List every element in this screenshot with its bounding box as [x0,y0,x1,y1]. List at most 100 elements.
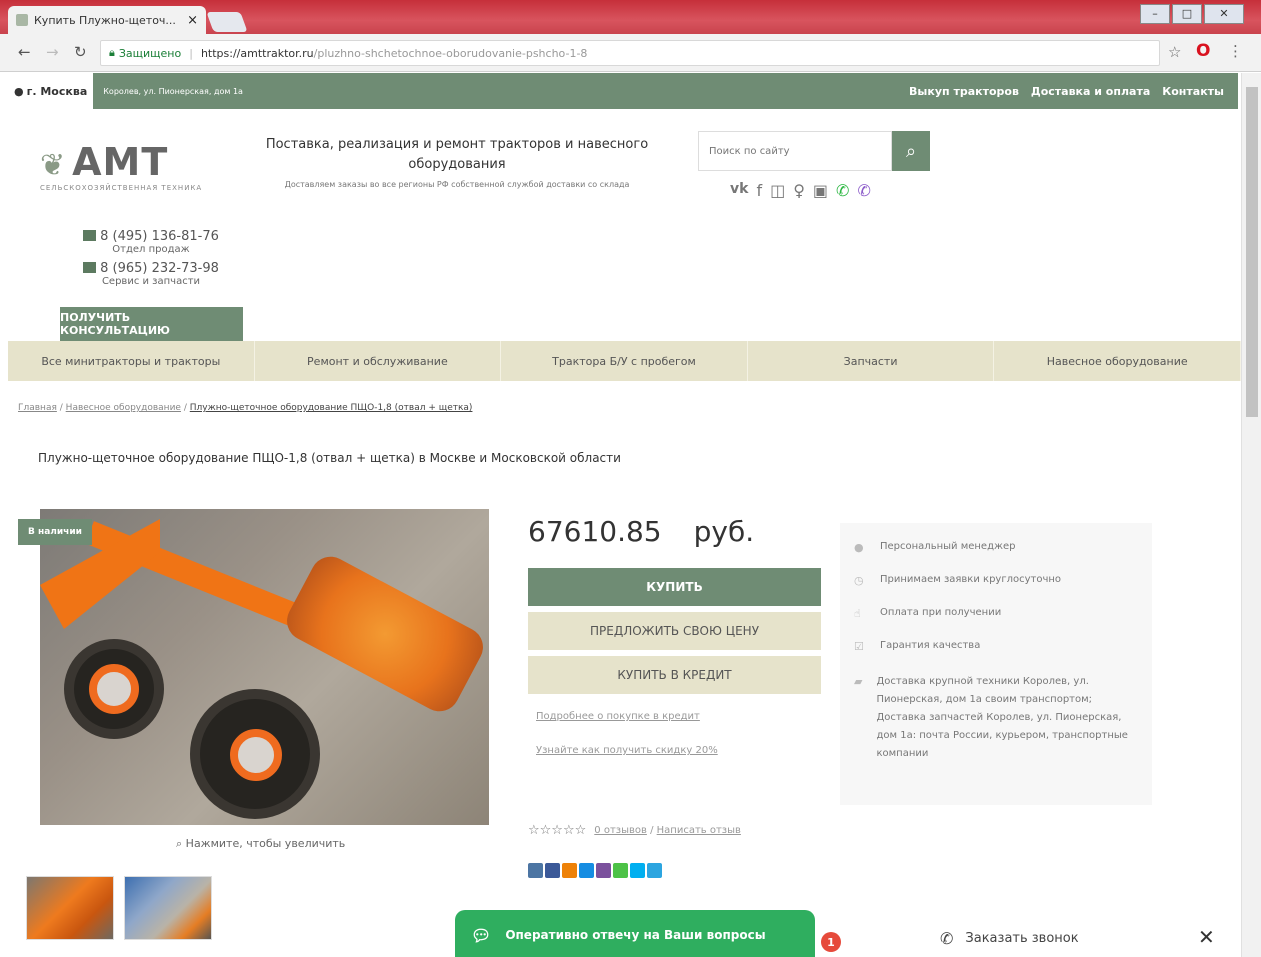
zoom-icon: ⌕ [176,837,183,850]
share-buttons [528,863,662,878]
tab-title: Купить Плужно-щеточ... [34,13,176,27]
favicon-icon [16,14,28,26]
url-text: https://amttraktor.ru/pluzhno-shchetochn… [200,46,588,60]
phone-block: 8 (495) 136-81-76 Отдел продаж 8 (965) 2… [60,229,242,293]
photo-rim [230,729,282,781]
in-stock-badge: В наличии [18,519,92,545]
credit-info-link[interactable]: Подробнее о покупке в кредит [536,711,700,722]
truck-icon: ▰ [854,675,863,688]
menu-item-tractors[interactable]: Все минитракторы и тракторы [8,341,255,381]
feature-item: ▰ Доставка крупной техники Королев, ул. П… [854,675,1128,759]
top-bar: ● г. Москва Королев, ул. Пионерская, дом … [8,73,1238,109]
feature-item: ● Персональный менеджер [854,541,1016,554]
site-tagline: Поставка, реализация и ремонт тракторов … [262,135,652,191]
breadcrumb-home[interactable]: Главная [18,403,57,413]
product-thumbnail-2[interactable] [124,876,212,940]
buy-button[interactable]: КУПИТЬ [528,568,821,606]
bookmark-star-icon[interactable]: ☆ [1168,43,1181,61]
callback-button[interactable]: ✆ Заказать звонок [940,929,1079,948]
top-link-contacts[interactable]: Контакты [1162,85,1224,98]
discount-link[interactable]: Узнайте как получить скидку 20% [536,745,718,756]
close-icon[interactable]: ✕ [1198,925,1215,949]
page-scrollbar[interactable] [1241,73,1261,957]
top-link-delivery[interactable]: Доставка и оплата [1031,85,1150,98]
product-photo[interactable] [40,509,489,825]
address-bar: ← → ↻ 🔒︎ Защищено | https://amttraktor.r… [0,34,1261,72]
browser-tab[interactable]: Купить Плужно-щеточ... × [8,6,206,34]
scrollbar-thumb[interactable] [1246,87,1258,417]
lock-icon: 🔒︎ [109,46,115,59]
top-links: Выкуп тракторов Доставка и оплата Контак… [909,85,1238,98]
maximize-button[interactable]: □ [1172,4,1202,24]
instagram-icon[interactable]: ◫ [770,181,785,200]
tab-close-icon[interactable]: × [187,13,198,28]
phone-service[interactable]: 8 (965) 232-73-98 [60,261,242,276]
photo-wheel-left [64,639,164,739]
phone-icon [83,262,97,273]
person-icon: ● [854,541,864,554]
buy-credit-button[interactable]: КУПИТЬ В КРЕДИТ [528,656,821,694]
top-address: Королев, ул. Пионерская, дом 1а [103,86,243,96]
menu-item-repair[interactable]: Ремонт и обслуживание [255,341,502,381]
share-skype-icon[interactable] [630,863,645,878]
site-search: ⌕ [698,131,930,171]
search-button[interactable]: ⌕ [892,131,930,171]
search-icon: ⌕ [905,140,917,162]
share-whatsapp-icon[interactable] [613,863,628,878]
share-vk-icon[interactable] [528,863,543,878]
menu-item-parts[interactable]: Запчасти [748,341,995,381]
chat-widget[interactable]: 💬︎ Оперативно отвечу на Ваши вопросы 1 [455,910,841,957]
browser-menu-icon[interactable]: ⋮ [1228,42,1243,60]
phone-icon [83,230,97,241]
share-ok-icon[interactable] [562,863,577,878]
back-arrow-icon[interactable]: ← [18,43,31,61]
viber-icon[interactable]: ✆ [857,181,870,200]
zoom-hint[interactable]: ⌕ Нажмите, чтобы увеличить [176,837,345,851]
whatsapp-icon[interactable]: ✆ [836,181,849,200]
product-thumbnail-1[interactable] [26,876,114,940]
opera-icon[interactable]: O [1196,41,1210,61]
check-icon: ☑ [854,640,864,653]
chat-badge: 1 [821,932,841,952]
consultation-button[interactable]: ПОЛУЧИТЬ КОНСУЛЬТАЦИЮ [60,307,243,341]
search-input[interactable] [698,131,892,171]
photo-brush [279,549,489,719]
phone-service-label: Сервис и запчасти [101,276,201,287]
site-logo[interactable]: ❦ АМТ СЕЛЬСКОХОЗЯЙСТВЕННАЯ ТЕХНИКА [40,140,240,192]
city-selector[interactable]: ● г. Москва [8,73,94,109]
url-input[interactable]: 🔒︎ Защищено | https://amttraktor.ru/pluz… [100,40,1160,66]
new-tab-button[interactable] [206,12,248,32]
reviews-link[interactable]: 0 отзывов [594,825,647,836]
logo-name: АМТ [72,140,169,184]
forward-arrow-icon[interactable]: → [46,43,59,61]
feature-item: ☑ Гарантия качества [854,640,981,653]
top-link-buyout[interactable]: Выкуп тракторов [909,85,1019,98]
vk-icon[interactable]: vk [730,181,748,200]
write-review-link[interactable]: Написать отзыв [657,825,741,836]
breadcrumb-current[interactable]: Плужно-щеточное оборудование ПЩО-1,8 (от… [190,403,473,413]
youtube-icon[interactable]: ▣ [813,181,828,200]
rating-stars-icon[interactable]: ☆☆☆☆☆ [528,823,586,838]
facebook-icon[interactable]: f [756,181,762,200]
page-title: Плужно-щеточное оборудование ПЩО-1,8 (от… [38,451,621,465]
minimize-button[interactable]: – [1140,4,1170,24]
clock-icon: ◷ [854,574,864,587]
location-pin-icon: ● [14,84,24,98]
breadcrumb-section[interactable]: Навесное оборудование [66,403,181,413]
menu-item-used[interactable]: Трактора Б/У с пробегом [501,341,748,381]
omnibox-separator: | [189,46,193,60]
phone-sales[interactable]: 8 (495) 136-81-76 [60,229,242,244]
share-telegram-icon[interactable] [647,863,662,878]
chat-bubble-icon: 💬︎ [471,925,492,945]
window-close-button[interactable]: ✕ [1204,4,1244,24]
product-price: 67610.85 руб. [528,515,755,548]
share-facebook-icon[interactable] [545,863,560,878]
share-mailru-icon[interactable] [579,863,594,878]
odnoklassniki-icon[interactable]: ♀ [793,181,805,200]
offer-price-button[interactable]: ПРЕДЛОЖИТЬ СВОЮ ЦЕНУ [528,612,821,650]
reload-icon[interactable]: ↻ [74,43,87,61]
phone-sales-label: Отдел продаж [112,244,190,255]
menu-item-attachments[interactable]: Навесное оборудование [994,341,1241,381]
share-viber-icon[interactable] [596,863,611,878]
rating-row: ☆☆☆☆☆ 0 отзывов / Написать отзыв [528,823,741,838]
